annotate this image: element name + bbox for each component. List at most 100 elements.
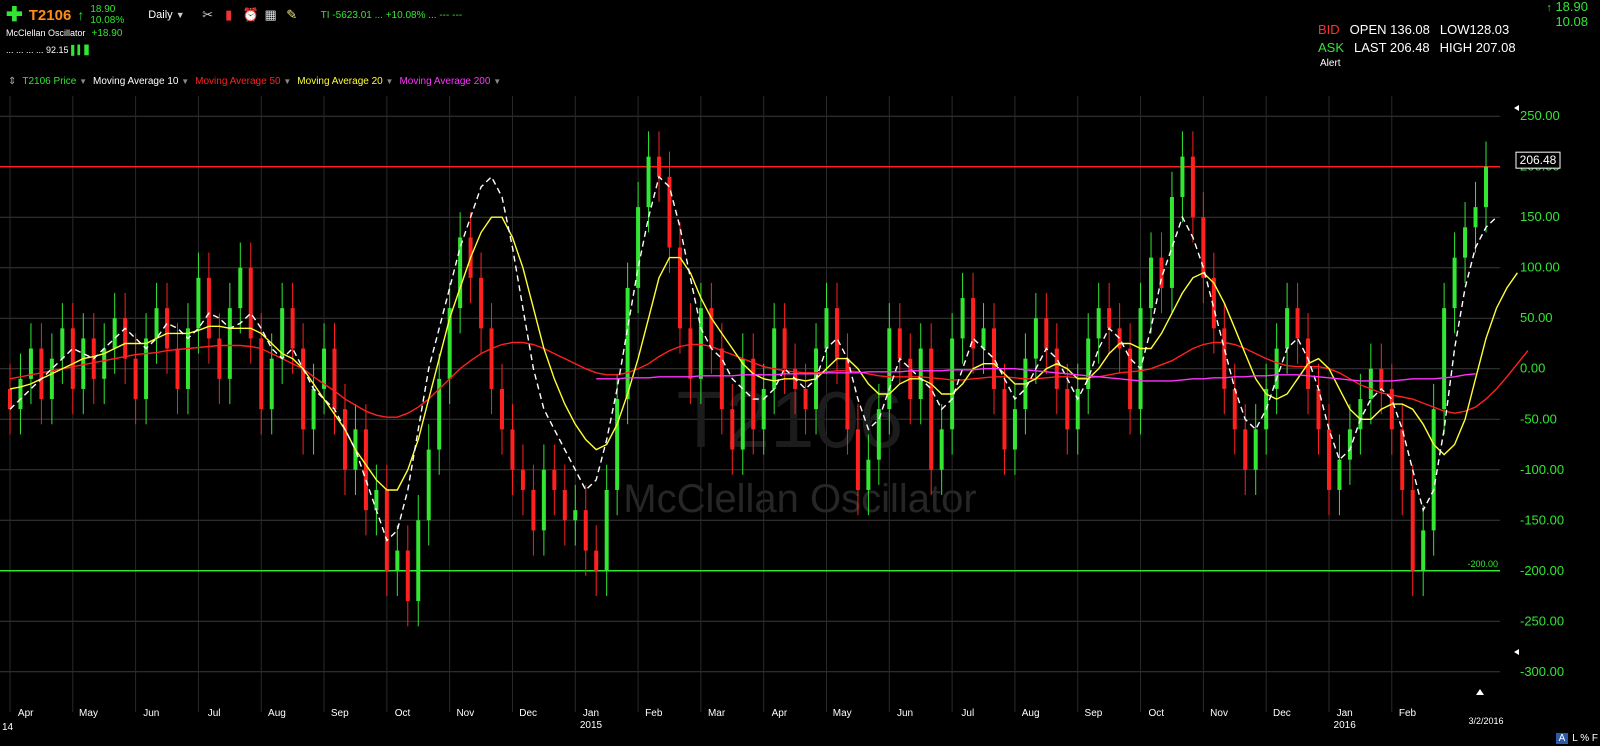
- candle-body: [730, 409, 735, 450]
- candle-body: [594, 550, 599, 571]
- x-tick-label: Aug: [268, 708, 286, 719]
- price-chart[interactable]: 250.00200.00150.00100.0050.000.00-50.00-…: [0, 92, 1600, 746]
- ti-summary: TI -5623.01 ... +10.08% ... --- ---: [320, 9, 463, 21]
- indicator-name[interactable]: McClellan Oscillator: [6, 28, 86, 38]
- legend-item-ma200[interactable]: Moving Average 200 ▼: [399, 76, 501, 87]
- candle-body: [1274, 348, 1279, 389]
- candle-body: [311, 388, 316, 430]
- x-year-label: 2015: [580, 720, 603, 731]
- candle-body: [855, 429, 860, 490]
- candle-body: [573, 510, 578, 521]
- alert-button[interactable]: Alert: [1320, 58, 1341, 69]
- y-tick-label: -250.00: [1520, 613, 1564, 628]
- chart-header: ✚ T2106 ↑ 18.90 10.08% Daily ▼ ✂ ▮ ⏰ ▦ ✎…: [0, 0, 1600, 92]
- candle-body: [1201, 217, 1206, 278]
- legend-item-ma10[interactable]: Moving Average 10 ▼: [93, 76, 189, 87]
- candle-body: [1180, 156, 1185, 198]
- x-tick-label: May: [79, 708, 98, 719]
- candle-body: [939, 429, 944, 470]
- candle-body: [1107, 308, 1112, 329]
- volume-label: ... ... ... ...: [6, 45, 44, 55]
- candle-body: [1452, 257, 1457, 309]
- quote-change-number: 18.90: [1555, 0, 1588, 14]
- candle-body: [772, 328, 777, 389]
- auto-scale-button[interactable]: A: [1555, 733, 1569, 744]
- candle-body: [1138, 308, 1143, 410]
- symbol-name[interactable]: T2106: [29, 7, 72, 24]
- x-tick-label: Jun: [897, 708, 913, 719]
- legend-item-ma20[interactable]: Moving Average 20 ▼: [297, 76, 393, 87]
- period-select[interactable]: Daily ▼: [148, 9, 184, 21]
- chevron-down-icon: ▼: [175, 10, 185, 20]
- candle-body: [918, 348, 923, 400]
- symbol-change: 18.90 10.08%: [90, 4, 124, 26]
- tools-icon[interactable]: ✂: [201, 8, 215, 22]
- period-label: Daily: [148, 9, 173, 21]
- candle-body: [1473, 207, 1478, 228]
- candle-body: [1463, 227, 1468, 258]
- candle-body: [374, 489, 379, 511]
- alarm-clock-icon[interactable]: ⏰: [243, 8, 259, 22]
- x-tick-label: Oct: [395, 708, 411, 719]
- candle-body: [165, 308, 170, 349]
- chevron-down-icon: ▼: [493, 77, 502, 86]
- reference-line-label: -200.00: [1467, 559, 1498, 569]
- open-value: OPEN 136.08: [1349, 22, 1430, 37]
- candle-body: [332, 348, 337, 410]
- candle-body: [416, 520, 421, 602]
- indicator-row: McClellan Oscillator +18.90: [6, 28, 122, 39]
- x-end-date-label: 3/2/2016: [1468, 716, 1503, 726]
- candle-body: [719, 348, 724, 410]
- x-tick-label: Sep: [331, 708, 349, 719]
- candle-body: [81, 338, 86, 389]
- legend-item-ma50[interactable]: Moving Average 50 ▼: [195, 76, 291, 87]
- candle-body: [1054, 348, 1059, 389]
- x-tick-label: Jan: [1337, 708, 1353, 719]
- candle-body: [960, 298, 965, 339]
- legend-collapse-icon[interactable]: ⇕: [8, 76, 16, 87]
- x-tick-label: May: [833, 708, 852, 719]
- y-tick-label: -300.00: [1520, 664, 1564, 679]
- candle-body: [1065, 388, 1070, 430]
- x-tick-label: Nov: [1210, 708, 1228, 719]
- x-tick-label: Jan: [583, 708, 599, 719]
- candle-body: [49, 358, 54, 400]
- candle-body: [60, 328, 65, 359]
- ask-label: ASK: [1318, 40, 1345, 55]
- candle-body: [992, 328, 996, 389]
- bar-chart-icon[interactable]: ▮: [222, 8, 236, 22]
- y-tick-label: 50.00: [1520, 310, 1553, 325]
- legend-label: Moving Average 200: [399, 76, 491, 87]
- candle-body: [761, 388, 766, 430]
- candle-body: [395, 550, 400, 571]
- y-tick-label: 100.00: [1520, 260, 1560, 275]
- last-value-label: 206.48: [1520, 153, 1557, 167]
- candle-body: [1379, 368, 1384, 389]
- candle-body: [1190, 156, 1195, 218]
- candle-body: [290, 308, 295, 349]
- legend-item-price[interactable]: T2106 Price ▼: [22, 76, 87, 87]
- legend-label: Moving Average 10: [93, 76, 179, 87]
- change-value: 18.90: [90, 4, 116, 15]
- calendar-icon[interactable]: ▦: [264, 8, 278, 22]
- quote-change: ↑ 18.90 10.08: [1546, 0, 1588, 28]
- candle-body: [175, 348, 180, 389]
- high-value: HIGH 207.08: [1439, 40, 1516, 55]
- candle-body: [552, 469, 557, 490]
- note-icon[interactable]: ✎: [285, 8, 299, 22]
- candle-body: [824, 308, 829, 349]
- candle-body: [541, 469, 546, 531]
- quote-panel: ↑ 18.90 10.08 BID OPEN 136.08 LOW128.03 …: [1308, 0, 1588, 80]
- candle-body: [510, 429, 515, 470]
- candle-body: [384, 489, 389, 571]
- y-tick-label: -150.00: [1520, 512, 1564, 527]
- scale-mode-buttons[interactable]: L % F: [1572, 733, 1598, 744]
- candle-body: [1358, 399, 1363, 430]
- candle-body: [1012, 409, 1017, 450]
- candle-body: [70, 328, 75, 389]
- candle-body: [112, 318, 117, 349]
- add-symbol-icon[interactable]: ✚: [6, 5, 23, 25]
- chart-footer-controls: A L % F: [1555, 733, 1598, 744]
- candle-body: [1243, 429, 1248, 470]
- candle-body: [8, 388, 12, 410]
